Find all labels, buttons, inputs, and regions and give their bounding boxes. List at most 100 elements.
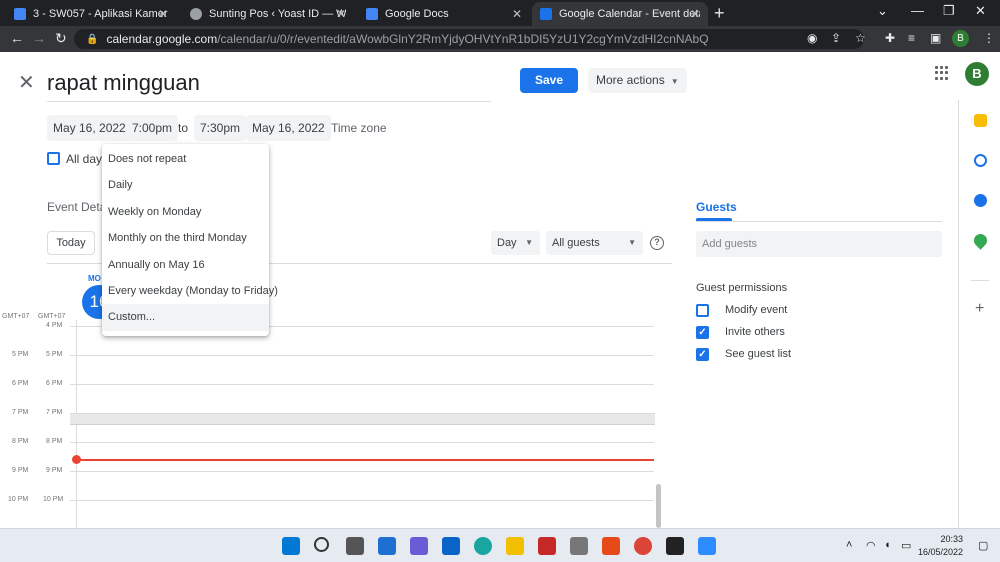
battery-icon[interactable]: ▭ [901, 539, 911, 552]
end-time-field[interactable]: 7:30pm [194, 115, 247, 141]
hour-label: 10 PM [8, 496, 29, 503]
event-title-input[interactable]: rapat mingguan [47, 68, 491, 102]
view-select[interactable]: Day ▼ [491, 231, 540, 255]
start-time-field[interactable]: 7:00pm [126, 115, 179, 141]
guest-permissions-title: Guest permissions [696, 282, 788, 294]
menu-item-custom[interactable]: Custom... [102, 304, 269, 331]
usb-icon[interactable] [570, 537, 588, 555]
browser-tab-docs-1[interactable]: 3 - SW057 - Aplikasi Kamera Lap ✕ [6, 2, 176, 26]
modify-event-checkbox[interactable] [696, 304, 709, 317]
eye-icon[interactable]: ◉ [807, 31, 817, 45]
kebab-menu-icon[interactable]: ⋮ [983, 31, 995, 45]
tab-search-icon[interactable]: ⌄ [877, 3, 888, 19]
caret-down-icon: ▼ [670, 77, 679, 86]
account-avatar[interactable]: B [965, 62, 989, 86]
side-panel-rail: + [958, 100, 1000, 528]
more-actions-button[interactable]: More actions ▼ [588, 68, 687, 93]
close-tab-icon[interactable]: ✕ [690, 7, 700, 21]
close-tab-icon[interactable]: ✕ [336, 7, 346, 21]
forward-icon[interactable]: → [32, 30, 46, 46]
start-icon[interactable] [282, 537, 300, 555]
start-date-field[interactable]: May 16, 2022 [47, 115, 132, 141]
see-guest-list-label: See guest list [725, 348, 792, 360]
terminal-icon[interactable] [666, 537, 684, 555]
guests-filter-select[interactable]: All guests ▼ [546, 231, 643, 255]
mail-icon[interactable] [442, 537, 460, 555]
edge-icon[interactable] [474, 537, 492, 555]
back-icon[interactable]: ← [10, 30, 24, 46]
day-time-grid[interactable]: 4 PM 5 PM 5 PM 6 PM 6 PM 7 PM 7 PM 8 PM … [0, 320, 672, 528]
reload-icon[interactable]: ↻ [55, 30, 67, 47]
restore-icon[interactable]: ❐ [943, 3, 955, 19]
all-day-checkbox[interactable] [47, 152, 60, 165]
minimize-icon[interactable]: — [911, 3, 924, 18]
office-icon[interactable] [602, 537, 620, 555]
contacts-icon[interactable] [974, 194, 987, 207]
hour-line [70, 471, 654, 472]
browser-tab-strip: 3 - SW057 - Aplikasi Kamera Lap ✕ Suntin… [0, 0, 1000, 26]
wordpress-icon [190, 8, 202, 20]
maps-icon[interactable] [971, 231, 990, 250]
close-tab-icon[interactable]: ✕ [512, 7, 522, 21]
add-guests-input[interactable]: Add guests [696, 231, 942, 257]
snipping-tool-icon[interactable] [538, 537, 556, 555]
chevron-up-icon[interactable]: ˄ [846, 539, 852, 551]
time-zone-button[interactable]: Time zone [331, 115, 387, 141]
save-button[interactable]: Save [520, 68, 578, 93]
menu-item-annually[interactable]: Annually on May 16 [102, 252, 269, 278]
hour-label: 9 PM [46, 467, 63, 474]
menu-item-weekly[interactable]: Weekly on Monday [102, 199, 269, 225]
address-bar[interactable]: 🔒 calendar.google.com/calendar/u/0/r/eve… [74, 29, 864, 49]
to-label: to [178, 121, 189, 135]
timezone-label-right: GMT+07 [38, 313, 66, 320]
tab-event-details[interactable]: Event Detai [47, 200, 109, 214]
share-icon[interactable]: ⇪ [831, 31, 841, 45]
see-guest-list-checkbox[interactable]: ✓ [696, 348, 709, 361]
event-placeholder-block[interactable] [70, 413, 655, 425]
volume-icon[interactable]: ◖ [884, 539, 891, 551]
menu-item-every-weekday[interactable]: Every weekday (Monday to Friday) [102, 278, 278, 304]
sidepanel-icon[interactable]: ▣ [930, 31, 941, 45]
scrollbar[interactable] [656, 484, 661, 528]
media-icon[interactable]: ≡ [908, 31, 915, 45]
widgets-icon[interactable] [378, 537, 396, 555]
notifications-icon[interactable]: ▢ [978, 539, 988, 552]
extensions-icon[interactable]: ✚ [885, 31, 895, 45]
tab-guests[interactable]: Guests [696, 200, 737, 214]
new-tab-icon[interactable]: + [714, 3, 725, 24]
menu-item-monthly[interactable]: Monthly on the third Monday [102, 225, 269, 251]
file-explorer-icon[interactable] [506, 537, 524, 555]
hour-label: 8 PM [46, 438, 63, 445]
chrome-icon[interactable] [634, 537, 652, 555]
profile-avatar[interactable]: B [952, 30, 969, 47]
close-tab-icon[interactable]: ✕ [158, 7, 168, 21]
guests-filter-value: All guests [552, 237, 600, 249]
browser-tab-docs-2[interactable]: Google Docs ✕ [358, 2, 530, 26]
hour-label: 6 PM [46, 380, 63, 387]
clock-time: 20:33 [940, 534, 964, 544]
clock[interactable]: 20:33 16/05/2022 [918, 533, 963, 559]
bookmark-star-icon[interactable]: ☆ [855, 31, 866, 45]
teams-icon[interactable] [410, 537, 428, 555]
menu-item-daily[interactable]: Daily [102, 172, 269, 198]
tasks-icon[interactable] [974, 154, 987, 167]
add-addon-icon[interactable]: + [975, 300, 984, 318]
help-icon[interactable]: ? [650, 236, 664, 250]
invite-others-checkbox[interactable]: ✓ [696, 326, 709, 339]
hour-label: 7 PM [12, 409, 29, 416]
apps-grid-icon[interactable] [935, 66, 949, 80]
search-icon[interactable] [314, 537, 329, 552]
close-window-icon[interactable]: ✕ [975, 3, 986, 19]
browser-tab-calendar[interactable]: Google Calendar - Event details ✕ [532, 2, 708, 26]
close-icon[interactable]: ✕ [18, 70, 35, 95]
wifi-icon[interactable]: ◠ [866, 539, 876, 552]
end-date-field[interactable]: May 16, 2022 [246, 115, 331, 141]
browser-tab-wordpress[interactable]: Sunting Pos ‹ Yoast ID — WordPr ✕ [182, 2, 354, 26]
menu-item-does-not-repeat[interactable]: Does not repeat [102, 146, 269, 172]
hour-label: 6 PM [12, 380, 29, 387]
today-button[interactable]: Today [47, 231, 95, 255]
hour-line [70, 355, 654, 356]
task-view-icon[interactable] [346, 537, 364, 555]
keep-icon[interactable] [974, 114, 987, 127]
zoom-icon[interactable] [698, 537, 716, 555]
